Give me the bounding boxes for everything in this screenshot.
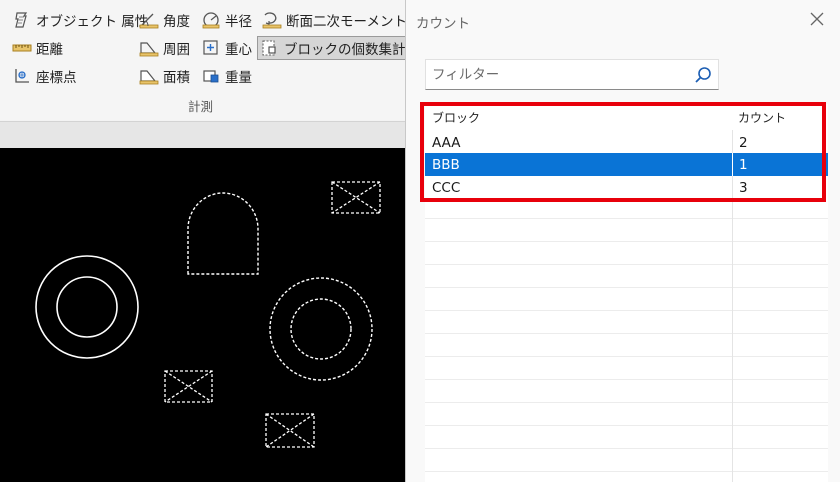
weight-icon (201, 66, 221, 86)
drawing-canvas[interactable] (0, 148, 405, 482)
filter-input[interactable] (426, 60, 686, 89)
radius-icon (201, 10, 221, 30)
cell-count: 2 (732, 131, 828, 154)
object-properties-button[interactable]: オブジェクト 属性 (12, 9, 148, 31)
distance-icon (12, 38, 32, 58)
count-panel: カウント ブロック カウント AAA 2 BBB 1 CCC 3 (405, 0, 840, 482)
block-ring-right[interactable] (269, 277, 373, 381)
centroid-icon (201, 38, 221, 58)
block-cross-box-top[interactable] (331, 181, 381, 214)
search-button[interactable] (692, 64, 714, 86)
area-button[interactable]: 面積 (139, 65, 190, 87)
cell-count: 1 (732, 153, 828, 176)
centroid-label: 重心 (225, 42, 252, 58)
distance-label: 距離 (36, 42, 63, 58)
moment-of-inertia-label: 断面二次モーメント (286, 14, 407, 30)
area-label: 面積 (163, 70, 190, 86)
coordinate-icon (12, 66, 32, 86)
weight-label: 重量 (225, 70, 252, 86)
column-header-count[interactable]: カウント (732, 109, 786, 126)
object-properties-icon (12, 10, 32, 30)
weight-button[interactable]: 重量 (201, 65, 252, 87)
table-row[interactable]: AAA 2 (425, 131, 828, 154)
angle-label: 角度 (163, 14, 190, 30)
cell-block: BBB (432, 156, 460, 173)
coordinate-label: 座標点 (36, 70, 77, 86)
block-arch[interactable] (187, 192, 259, 275)
table-row-selected[interactable]: BBB 1 (425, 153, 828, 176)
block-cross-box-bottom[interactable] (265, 413, 315, 448)
filter-field[interactable] (425, 59, 719, 90)
ribbon-separator (0, 121, 405, 148)
perimeter-label: 周囲 (163, 42, 190, 58)
table-header: ブロック カウント (425, 104, 828, 130)
close-button[interactable] (806, 8, 828, 30)
search-icon (695, 67, 711, 83)
object-properties-label: オブジェクト 属性 (36, 14, 149, 30)
ribbon-measure-group: オブジェクト 属性 距離 座標点 角度 周囲 面積 半径 重心 重量 断面二次モ… (0, 0, 410, 120)
block-count-button[interactable]: ブロックの個数集計 (257, 36, 410, 60)
table-row[interactable]: CCC 3 (425, 176, 828, 199)
centroid-button[interactable]: 重心 (201, 37, 252, 59)
radius-label: 半径 (225, 14, 252, 30)
angle-icon (139, 10, 159, 30)
moment-of-inertia-icon (262, 10, 282, 30)
block-count-table: ブロック カウント AAA 2 BBB 1 CCC 3 (425, 104, 828, 482)
block-ring-left[interactable] (35, 255, 139, 359)
block-cross-box-middle[interactable] (164, 370, 213, 403)
cell-block: CCC (432, 179, 461, 196)
cell-block: AAA (432, 134, 461, 151)
cell-count: 3 (732, 176, 828, 199)
perimeter-icon (139, 38, 159, 58)
angle-button[interactable]: 角度 (139, 9, 190, 31)
panel-title: カウント (416, 16, 470, 32)
block-count-label: ブロックの個数集計 (284, 42, 406, 58)
column-header-block[interactable]: ブロック (425, 109, 732, 126)
area-icon (139, 66, 159, 86)
radius-button[interactable]: 半径 (201, 9, 252, 31)
coordinate-button[interactable]: 座標点 (12, 65, 77, 87)
block-count-icon (260, 38, 280, 58)
ribbon-group-label: 計測 (188, 99, 214, 114)
perimeter-button[interactable]: 周囲 (139, 37, 190, 59)
close-icon (810, 12, 824, 26)
distance-button[interactable]: 距離 (12, 37, 63, 59)
moment-of-inertia-button[interactable]: 断面二次モーメント (262, 9, 407, 31)
